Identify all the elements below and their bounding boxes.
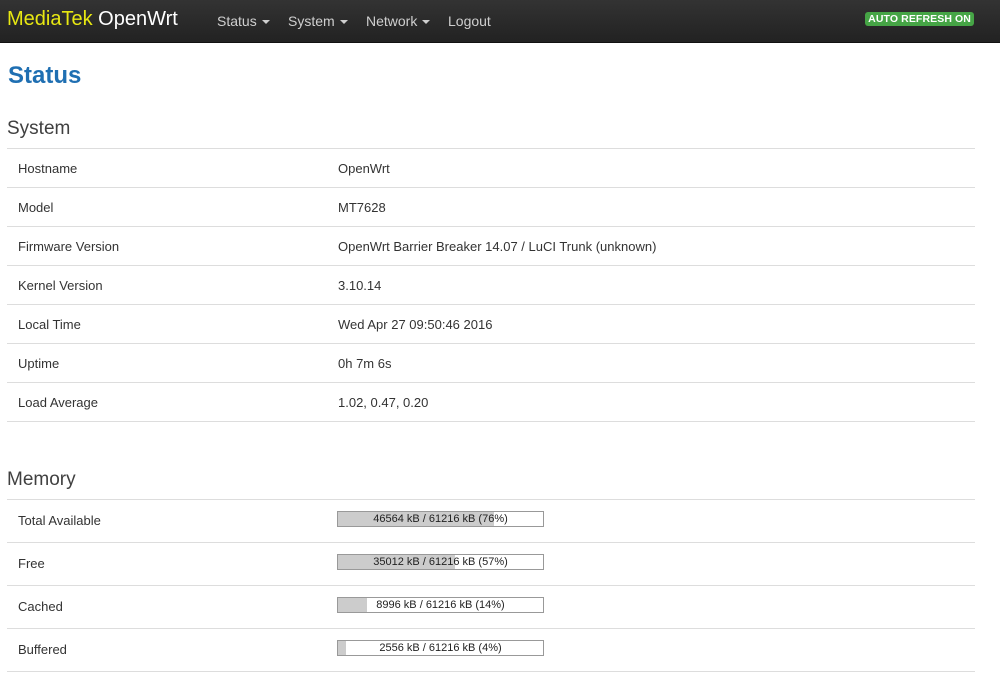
- row-label: Uptime: [18, 356, 60, 371]
- table-row: Model MT7628: [7, 188, 975, 227]
- table-row: Total Available 46564 kB / 61216 kB (76%…: [7, 500, 975, 543]
- brand-openwrt: OpenWrt: [98, 8, 178, 30]
- row-label: Firmware Version: [18, 239, 120, 254]
- brand-mediatek: MediaTek: [7, 8, 93, 30]
- auto-refresh-toggle[interactable]: AUTO REFRESH ON: [865, 12, 974, 26]
- memory-progress-bar: 8996 kB / 61216 kB (14%): [337, 597, 544, 613]
- menu-logout[interactable]: Logout: [448, 13, 491, 29]
- memory-progress-bar: 35012 kB / 61216 kB (57%): [337, 554, 544, 570]
- row-value: Wed Apr 27 09:50:46 2016: [338, 317, 493, 332]
- table-row: Local Time Wed Apr 27 09:50:46 2016: [7, 305, 975, 344]
- table-row: Kernel Version 3.10.14: [7, 266, 975, 305]
- row-value: 1.02, 0.47, 0.20: [338, 395, 429, 410]
- row-label: Load Average: [18, 395, 98, 410]
- brand-logo[interactable]: MediaTek OpenWrt: [7, 8, 178, 31]
- chevron-down-icon: [261, 20, 270, 25]
- progress-text: 8996 kB / 61216 kB (14%): [376, 599, 505, 611]
- row-value: OpenWrt: [338, 161, 390, 176]
- top-navbar: MediaTek OpenWrt Status System Network L…: [0, 0, 1000, 43]
- row-label: Total Available: [18, 513, 101, 528]
- menu-network[interactable]: Network: [366, 13, 431, 29]
- row-label: Cached: [18, 599, 63, 614]
- menu-system[interactable]: System: [288, 13, 348, 29]
- row-value: 3.10.14: [338, 278, 382, 293]
- menu-logout-label: Logout: [448, 13, 491, 29]
- row-value: MT7628: [338, 200, 386, 215]
- row-label: Model: [18, 200, 54, 215]
- row-value: OpenWrt Barrier Breaker 14.07 / LuCI Tru…: [338, 239, 657, 254]
- progress-text: 35012 kB / 61216 kB (57%): [373, 556, 508, 568]
- chevron-down-icon: [339, 20, 348, 25]
- memory-heading: Memory: [7, 469, 76, 490]
- table-row: Free 35012 kB / 61216 kB (57%): [7, 543, 975, 586]
- memory-progress-bar: 2556 kB / 61216 kB (4%): [337, 640, 544, 656]
- menu-system-label: System: [288, 13, 335, 29]
- row-label: Local Time: [18, 317, 81, 332]
- page-title: Status: [8, 62, 82, 89]
- table-row: Hostname OpenWrt: [7, 149, 975, 188]
- row-label: Kernel Version: [18, 278, 103, 293]
- memory-table: Total Available 46564 kB / 61216 kB (76%…: [7, 499, 975, 672]
- chevron-down-icon: [422, 20, 431, 25]
- menu-status-label: Status: [217, 13, 257, 29]
- row-label: Buffered: [18, 642, 67, 657]
- table-row: Firmware Version OpenWrt Barrier Breaker…: [7, 227, 975, 266]
- system-table: Hostname OpenWrt Model MT7628 Firmware V…: [7, 148, 975, 422]
- system-heading: System: [7, 118, 71, 139]
- row-label: Free: [18, 556, 45, 571]
- table-row: Cached 8996 kB / 61216 kB (14%): [7, 586, 975, 629]
- row-label: Hostname: [18, 161, 78, 176]
- menu-network-label: Network: [366, 13, 418, 29]
- memory-progress-bar: 46564 kB / 61216 kB (76%): [337, 511, 544, 527]
- table-row: Buffered 2556 kB / 61216 kB (4%): [7, 629, 975, 672]
- row-value: 0h 7m 6s: [338, 356, 392, 371]
- menu-status[interactable]: Status: [217, 13, 270, 29]
- table-row: Load Average 1.02, 0.47, 0.20: [7, 383, 975, 422]
- table-row: Uptime 0h 7m 6s: [7, 344, 975, 383]
- progress-text: 2556 kB / 61216 kB (4%): [379, 642, 502, 654]
- progress-text: 46564 kB / 61216 kB (76%): [373, 513, 508, 525]
